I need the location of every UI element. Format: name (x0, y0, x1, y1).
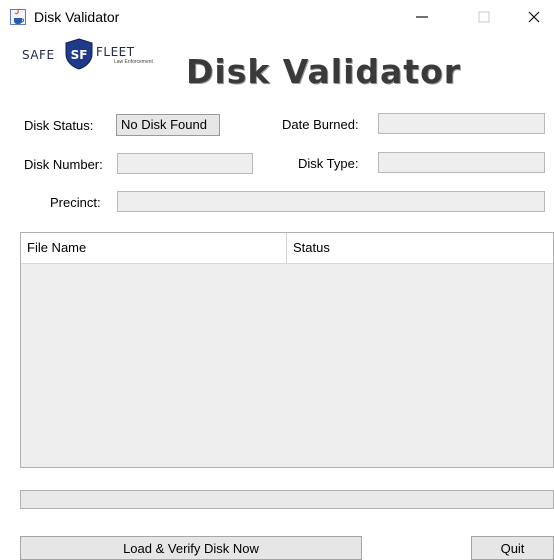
file-table[interactable]: File Name Status (20, 232, 554, 468)
column-header-file-name[interactable]: File Name (21, 233, 287, 263)
disk-type-field[interactable] (378, 152, 545, 173)
java-icon (10, 9, 26, 25)
minimize-button[interactable] (402, 2, 442, 32)
disk-status-field: No Disk Found (116, 114, 220, 136)
date-burned-field[interactable] (378, 113, 545, 134)
close-button[interactable] (514, 2, 554, 32)
progress-bar (20, 490, 554, 509)
close-icon (528, 11, 540, 23)
table-header: File Name Status (21, 233, 553, 264)
disk-number-label: Disk Number: (24, 157, 103, 172)
minimize-icon (416, 16, 428, 18)
title-bar[interactable]: Disk Validator (0, 0, 554, 34)
logo-right-text: FLEET (96, 45, 135, 59)
load-verify-button[interactable]: Load & Verify Disk Now (20, 536, 362, 560)
logo-left-text: SAFE (22, 48, 55, 62)
quit-button[interactable]: Quit (471, 536, 554, 560)
precinct-field[interactable] (117, 191, 545, 212)
disk-type-label: Disk Type: (298, 156, 359, 171)
column-header-status[interactable]: Status (287, 233, 553, 263)
logo-tagline: Law Enforcement (114, 59, 153, 65)
precinct-label: Precinct: (50, 195, 101, 210)
disk-number-field[interactable] (117, 153, 253, 174)
window-title: Disk Validator (34, 9, 120, 25)
logo-shield-icon: SF (65, 38, 93, 70)
date-burned-label: Date Burned: (282, 117, 359, 132)
maximize-icon (478, 11, 490, 23)
header-title: Disk Validator (186, 52, 462, 91)
maximize-button[interactable] (464, 2, 504, 32)
logo-monogram: SF (71, 48, 88, 62)
safe-fleet-logo: SAFE SF FLEET Law Enforcement (22, 38, 182, 78)
disk-status-label: Disk Status: (24, 118, 94, 133)
